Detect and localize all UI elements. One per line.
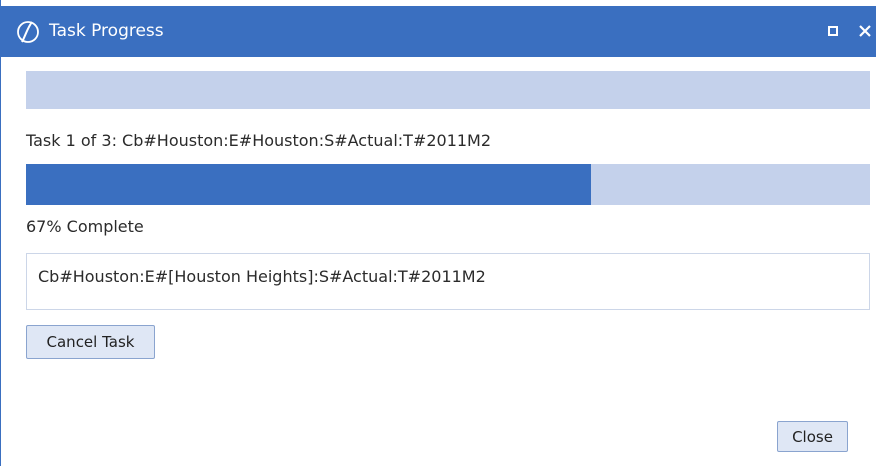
close-button[interactable]: Close bbox=[777, 421, 848, 452]
task-label: Task 1 of 3: Cb#Houston:E#Houston:S#Actu… bbox=[26, 131, 492, 150]
current-item-text: Cb#Houston:E#[Houston Heights]:S#Actual:… bbox=[38, 267, 486, 286]
percent-complete-label: 67% Complete bbox=[26, 217, 144, 236]
overall-progress-bar bbox=[26, 71, 870, 109]
task-progress-dialog: Task Progress Task 1 of 3: Cb#Houston:E#… bbox=[0, 0, 876, 466]
task-progress-fill bbox=[26, 164, 592, 205]
cancel-task-button[interactable]: Cancel Task bbox=[26, 325, 155, 359]
maximize-icon[interactable] bbox=[828, 26, 838, 36]
app-logo-icon bbox=[17, 21, 39, 43]
task-progress-bar bbox=[26, 164, 870, 205]
window-title: Task Progress bbox=[49, 21, 164, 41]
close-icon[interactable] bbox=[856, 18, 876, 44]
current-item-box: Cb#Houston:E#[Houston Heights]:S#Actual:… bbox=[26, 253, 870, 310]
title-bar[interactable]: Task Progress bbox=[1, 6, 876, 57]
